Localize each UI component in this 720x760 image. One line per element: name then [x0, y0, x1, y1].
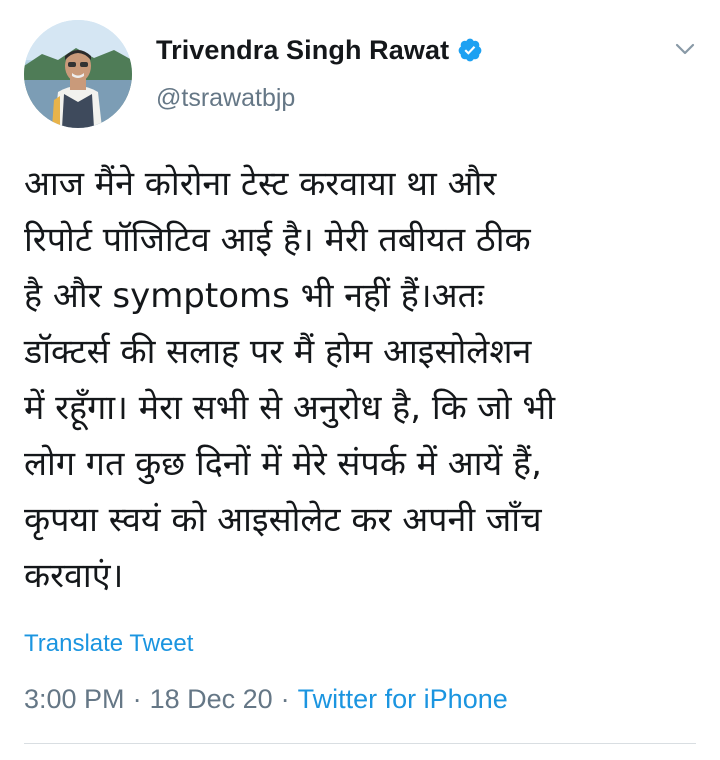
meta-separator: ·	[132, 684, 142, 714]
author-display-name[interactable]: Trivendra Singh Rawat	[156, 35, 449, 66]
tweet-time[interactable]: 3:00 PM	[24, 684, 125, 715]
verified-badge-icon	[457, 37, 483, 63]
chevron-down-icon[interactable]	[674, 38, 696, 60]
author-handle[interactable]: @tsrawatbjp	[156, 84, 295, 113]
author-name-row[interactable]: Trivendra Singh Rawat	[156, 32, 483, 68]
tweet-source-link[interactable]: Twitter for iPhone	[298, 684, 508, 715]
tweet-meta: 3:00 PM · 18 Dec 20 · Twitter for iPhone	[24, 684, 508, 715]
tweet-date[interactable]: 18 Dec 20	[150, 684, 273, 715]
tweet-text: आज मैंने कोरोना टेस्ट करवाया था और रिपोर…	[24, 164, 556, 596]
translate-tweet-link[interactable]: Translate Tweet	[24, 630, 193, 658]
divider	[24, 743, 696, 744]
avatar[interactable]	[24, 20, 132, 128]
tweet-card: Trivendra Singh Rawat @tsrawatbjp आज मैं…	[0, 0, 720, 760]
meta-separator: ·	[280, 684, 290, 714]
avatar-photo	[24, 20, 132, 128]
